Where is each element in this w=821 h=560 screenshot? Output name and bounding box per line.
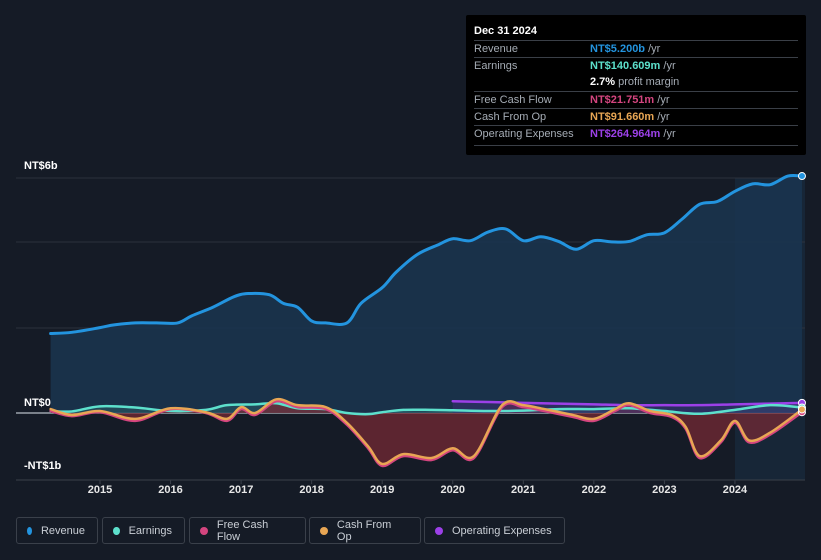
- x-tick-label: 2016: [158, 484, 183, 496]
- tooltip-row-free-cash-flow: Free Cash Flow NT$21.751m /yr: [474, 91, 798, 109]
- unit: /yr: [660, 60, 676, 72]
- tooltip-label: Earnings: [474, 60, 518, 72]
- x-tick-label: 2021: [511, 484, 536, 496]
- y-tick-label-zero: NT$0: [24, 397, 51, 409]
- tooltip-row-revenue: Revenue NT$5.200b /yr: [474, 40, 798, 58]
- tooltip-value: NT$264.964m /yr: [590, 128, 676, 140]
- x-tick-label: 2022: [581, 484, 607, 496]
- tooltip-value: NT$21.751m /yr: [590, 94, 670, 106]
- unit: /yr: [645, 43, 661, 55]
- revenue-value: NT$5.200b: [590, 43, 646, 55]
- opex-value: NT$264.964m: [590, 128, 661, 140]
- tooltip-value: NT$91.660m /yr: [590, 111, 670, 123]
- x-tick-label: 2023: [652, 484, 677, 496]
- tooltip-row-earnings: Earnings NT$140.609m /yr: [474, 57, 798, 75]
- legend-free-cash-flow[interactable]: Free Cash Flow: [189, 517, 306, 544]
- profit-margin: 2.7% profit margin: [590, 76, 679, 88]
- legend-operating-expenses[interactable]: Operating Expenses: [424, 517, 565, 544]
- y-tick-label-bottom: -NT$1b: [24, 460, 62, 472]
- legend-label: Earnings: [128, 524, 172, 537]
- tooltip-date: Dec 31 2024: [474, 25, 537, 37]
- tooltip-label: Revenue: [474, 43, 519, 55]
- fcf-dot-icon: [200, 526, 208, 535]
- tooltip-label: Cash From Op: [474, 111, 547, 123]
- y-tick-label-top: NT$6b: [24, 160, 58, 172]
- revenue-dot-icon: [27, 526, 32, 535]
- legend-label: Free Cash Flow: [216, 518, 269, 543]
- x-tick-label: 2015: [87, 484, 113, 496]
- tooltip-row-cash-from-op: Cash From Op NT$91.660m /yr: [474, 108, 798, 126]
- profit-margin-text: profit margin: [615, 76, 680, 88]
- unit: /yr: [654, 111, 670, 123]
- unit: /yr: [660, 128, 676, 140]
- unit: /yr: [654, 94, 670, 106]
- legend-label: Operating Expenses: [452, 524, 552, 537]
- fcf-value: NT$21.751m: [590, 94, 655, 106]
- earnings-dot-icon: [113, 526, 120, 535]
- cfo-value: NT$91.660m: [590, 111, 655, 123]
- endpoint-cash-from-op: [797, 405, 806, 414]
- tooltip-label: Free Cash Flow: [474, 94, 552, 106]
- x-tick-label: 2020: [440, 484, 465, 496]
- endpoint-revenue: [797, 172, 806, 181]
- tooltip-bottom-rule: [474, 145, 798, 146]
- tooltip-value: NT$5.200b /yr: [590, 43, 660, 55]
- tooltip-panel: Dec 31 2024 Revenue NT$5.200b /yr Earnin…: [466, 15, 806, 155]
- cfo-dot-icon: [320, 526, 328, 535]
- tooltip-value: NT$140.609m /yr: [590, 60, 676, 72]
- tooltip-row-operating-expenses: Operating Expenses NT$264.964m /yr: [474, 125, 798, 143]
- x-tick-label: 2019: [369, 484, 395, 496]
- earnings-value: NT$140.609m: [590, 60, 661, 72]
- legend-label: Revenue: [40, 524, 85, 537]
- legend-earnings[interactable]: Earnings: [102, 517, 185, 544]
- opex-dot-icon: [435, 526, 443, 535]
- legend-revenue[interactable]: Revenue: [16, 517, 98, 544]
- x-tick-label: 2018: [299, 484, 324, 496]
- x-tick-label: 2017: [228, 484, 254, 496]
- tooltip-label: Operating Expenses: [474, 128, 574, 140]
- legend-label: Cash From Op: [336, 518, 392, 543]
- profit-margin-value: 2.7%: [590, 76, 616, 88]
- legend-cash-from-op[interactable]: Cash From Op: [309, 517, 421, 544]
- x-tick-label: 2024: [722, 484, 748, 496]
